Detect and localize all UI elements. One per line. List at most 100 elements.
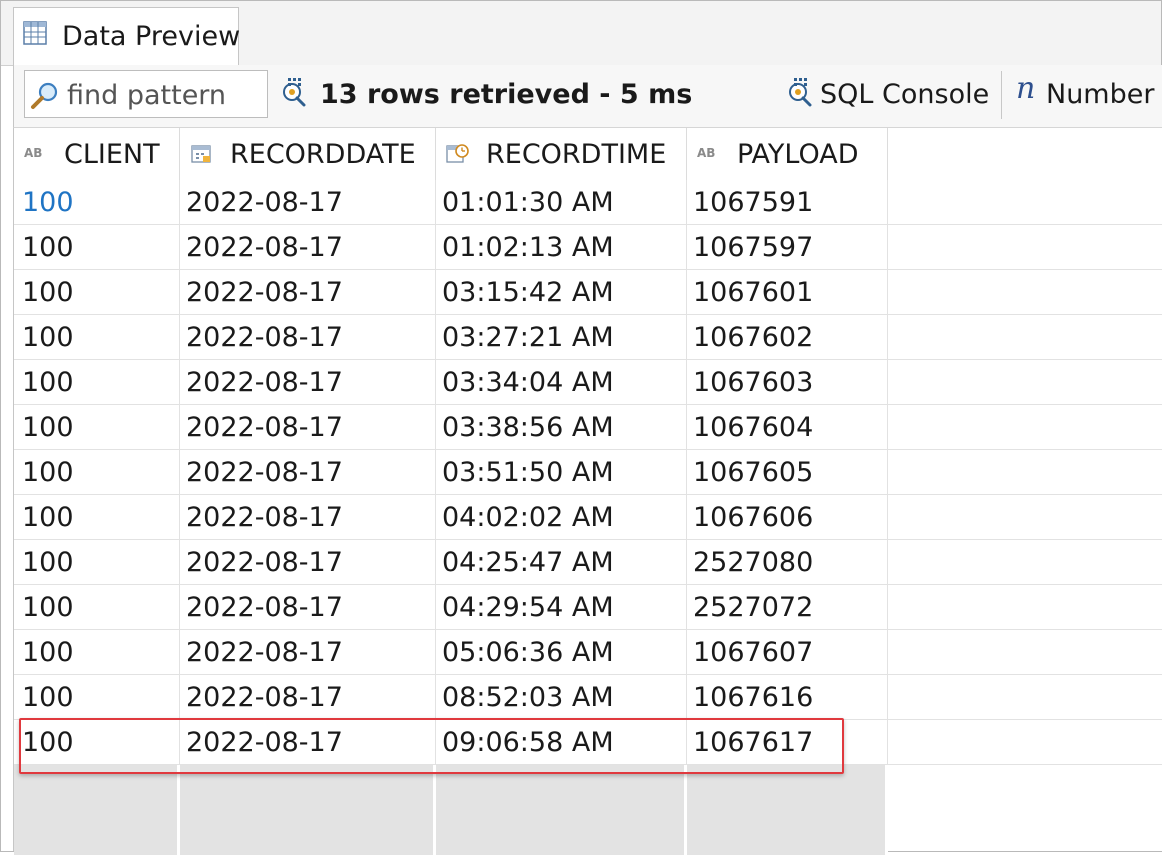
cell-recordtime[interactable]: 03:27:21 AM [436, 315, 687, 360]
cell-recorddate[interactable]: 2022-08-17 [180, 270, 436, 315]
cell-recordtime[interactable]: 04:25:47 AM [436, 540, 687, 585]
table-row[interactable]: 100 2022-08-17 09:06:58 AM 1067617 [14, 720, 1162, 765]
cell-client[interactable]: 100 [14, 315, 180, 360]
cell-recorddate[interactable]: 2022-08-17 [180, 540, 436, 585]
cell-recordtime[interactable]: 05:06:36 AM [436, 630, 687, 675]
cell-recorddate[interactable]: 2022-08-17 [180, 720, 436, 765]
cell-payload[interactable]: 1067597 [687, 225, 888, 270]
cell-client[interactable]: 100 [14, 360, 180, 405]
table-row[interactable]: 100 2022-08-17 03:15:42 AM 1067601 [14, 270, 1162, 315]
cell-payload[interactable]: 1067617 [687, 720, 888, 765]
cell-value: 2022-08-17 [186, 637, 343, 668]
cell-payload[interactable]: 1067604 [687, 405, 888, 450]
column-header-payload[interactable]: AB PAYLOAD [687, 128, 888, 180]
table-row[interactable]: 100 2022-08-17 05:06:36 AM 1067607 [14, 630, 1162, 675]
table-row[interactable]: 100 2022-08-17 03:38:56 AM 1067604 [14, 405, 1162, 450]
tab-data-preview[interactable]: Data Preview [13, 7, 241, 65]
column-header-label: CLIENT [64, 139, 160, 170]
cell-recordtime[interactable]: 03:38:56 AM [436, 405, 687, 450]
table-row[interactable]: 100 2022-08-17 03:27:21 AM 1067602 [14, 315, 1162, 360]
cell-recorddate[interactable]: 2022-08-17 [180, 360, 436, 405]
search-box[interactable] [24, 70, 268, 118]
column-header-label: PAYLOAD [737, 139, 859, 170]
cell-recordtime[interactable]: 04:02:02 AM [436, 495, 687, 540]
cell-value: 2022-08-17 [186, 547, 343, 578]
cell-value: 2022-08-17 [186, 502, 343, 533]
column-header-recordtime[interactable]: RECORDTIME [436, 128, 687, 180]
cell-client[interactable]: 100 [14, 180, 180, 225]
column-header-label: RECORDDATE [230, 139, 416, 170]
cell-client[interactable]: 100 [14, 495, 180, 540]
rows-retrieved-status: 13 rows retrieved - 5 ms [320, 79, 693, 110]
table-row[interactable]: 100 2022-08-17 04:02:02 AM 1067606 [14, 495, 1162, 540]
data-grid[interactable]: AB CLIENT RECORDDATE RECORDTIME AB PAYLO… [13, 128, 1162, 855]
cell-payload[interactable]: 2527080 [687, 540, 888, 585]
cell-value: 2022-08-17 [186, 187, 343, 218]
cell-recorddate[interactable]: 2022-08-17 [180, 315, 436, 360]
table-row[interactable]: 100 2022-08-17 03:51:50 AM 1067605 [14, 450, 1162, 495]
cell-recorddate[interactable]: 2022-08-17 [180, 585, 436, 630]
cell-payload[interactable]: 1067616 [687, 675, 888, 720]
cell-recordtime[interactable]: 03:51:50 AM [436, 450, 687, 495]
cell-value: 04:29:54 AM [442, 592, 614, 623]
empty-cell [436, 765, 687, 810]
cell-recordtime[interactable]: 01:01:30 AM [436, 180, 687, 225]
cell-payload[interactable]: 1067605 [687, 450, 888, 495]
table-row[interactable]: 100 2022-08-17 04:25:47 AM 2527080 [14, 540, 1162, 585]
cell-payload[interactable]: 1067602 [687, 315, 888, 360]
column-header-recorddate[interactable]: RECORDDATE [180, 128, 436, 180]
column-header-client[interactable]: AB CLIENT [14, 128, 180, 180]
cell-client[interactable]: 100 [14, 585, 180, 630]
cell-client[interactable]: 100 [14, 630, 180, 675]
cell-recordtime[interactable]: 03:34:04 AM [436, 360, 687, 405]
table-row[interactable]: 100 2022-08-17 04:29:54 AM 2527072 [14, 585, 1162, 630]
cell-recordtime[interactable]: 08:52:03 AM [436, 675, 687, 720]
cell-value: 08:52:03 AM [442, 682, 614, 713]
cell-client[interactable]: 100 [14, 540, 180, 585]
empty-cell [687, 765, 888, 810]
toolbar-separator [1001, 71, 1002, 119]
cell-value: 100 [22, 547, 74, 578]
table-row[interactable]: 100 2022-08-17 01:02:13 AM 1067597 [14, 225, 1162, 270]
cell-recordtime[interactable]: 01:02:13 AM [436, 225, 687, 270]
cell-recorddate[interactable]: 2022-08-17 [180, 450, 436, 495]
date-type-icon [191, 145, 211, 163]
tab-label: Data Preview [62, 21, 241, 52]
cell-recorddate[interactable]: 2022-08-17 [180, 495, 436, 540]
search-input[interactable] [65, 77, 265, 113]
cell-payload[interactable]: 1067606 [687, 495, 888, 540]
table-row[interactable]: 100 2022-08-17 01:01:30 AM 1067591 [14, 180, 1162, 225]
cell-client[interactable]: 100 [14, 405, 180, 450]
cell-recorddate[interactable]: 2022-08-17 [180, 405, 436, 450]
cell-recordtime[interactable]: 04:29:54 AM [436, 585, 687, 630]
cell-client[interactable]: 100 [14, 720, 180, 765]
cell-client[interactable]: 100 [14, 450, 180, 495]
cell-recorddate[interactable]: 2022-08-17 [180, 225, 436, 270]
cell-value: 1067603 [693, 367, 814, 398]
cell-payload[interactable]: 1067603 [687, 360, 888, 405]
cell-recordtime[interactable]: 03:15:42 AM [436, 270, 687, 315]
cell-value: 1067607 [693, 637, 814, 668]
cell-client[interactable]: 100 [14, 270, 180, 315]
empty-cell [14, 765, 180, 810]
cell-client[interactable]: 100 [14, 225, 180, 270]
number-format-button[interactable]: n Number [1014, 71, 1162, 117]
cell-payload[interactable]: 2527072 [687, 585, 888, 630]
table-row[interactable]: 100 2022-08-17 03:34:04 AM 1067603 [14, 360, 1162, 405]
cell-value: 2022-08-17 [186, 412, 343, 443]
cell-value: 1067591 [693, 187, 814, 218]
sql-console-button[interactable]: SQL Console [784, 73, 994, 117]
cell-value: 1067602 [693, 322, 814, 353]
window-frame: Data Preview 13 rows retrieved - 5 ms [0, 0, 1162, 855]
cell-client[interactable]: 100 [14, 675, 180, 720]
cell-recorddate[interactable]: 2022-08-17 [180, 180, 436, 225]
cell-payload[interactable]: 1067591 [687, 180, 888, 225]
cell-value: 100 [22, 412, 74, 443]
cell-recorddate[interactable]: 2022-08-17 [180, 630, 436, 675]
table-row[interactable]: 100 2022-08-17 08:52:03 AM 1067616 [14, 675, 1162, 720]
cell-payload[interactable]: 1067607 [687, 630, 888, 675]
empty-cell [14, 810, 180, 855]
cell-payload[interactable]: 1067601 [687, 270, 888, 315]
cell-recordtime[interactable]: 09:06:58 AM [436, 720, 687, 765]
cell-recorddate[interactable]: 2022-08-17 [180, 675, 436, 720]
